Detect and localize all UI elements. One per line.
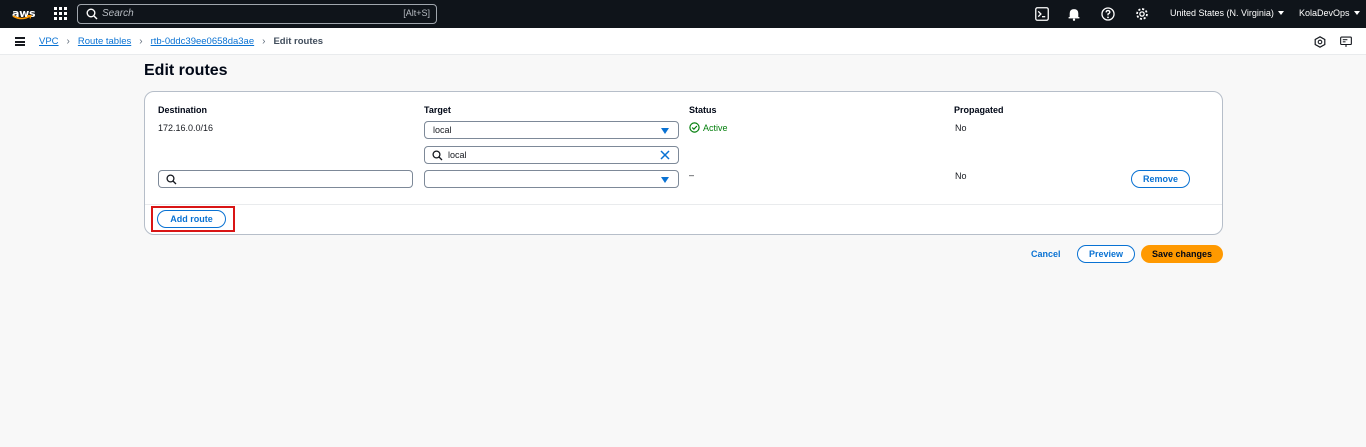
target-select[interactable]: local bbox=[424, 121, 679, 139]
route-status-text: Active bbox=[703, 122, 728, 133]
region-selector[interactable]: United States (N. Virginia) bbox=[1170, 8, 1284, 18]
search-icon bbox=[86, 8, 98, 20]
add-route-highlight-annotation bbox=[151, 206, 235, 232]
route-status: Active bbox=[689, 122, 728, 133]
settings-gear-icon[interactable] bbox=[1135, 7, 1149, 21]
aws-logo[interactable]: aws bbox=[12, 4, 36, 24]
cancel-button[interactable]: Cancel bbox=[1031, 249, 1061, 259]
account-label: KolaDevOps bbox=[1299, 8, 1350, 18]
card-divider bbox=[145, 204, 1222, 205]
breadcrumb-vpc[interactable]: VPC bbox=[39, 36, 59, 47]
breadcrumb-route-tables[interactable]: Route tables bbox=[78, 36, 131, 47]
clear-x-icon[interactable] bbox=[659, 149, 671, 161]
route-destination-value: 172.16.0.0/16 bbox=[158, 123, 214, 133]
chevron-right-icon: › bbox=[262, 36, 266, 47]
help-icon[interactable] bbox=[1101, 7, 1115, 21]
feedback-icon[interactable] bbox=[1314, 36, 1326, 48]
account-menu[interactable]: KolaDevOps bbox=[1299, 8, 1360, 18]
check-circle-icon bbox=[689, 122, 700, 133]
save-changes-button[interactable]: Save changes bbox=[1141, 245, 1223, 263]
preferences-icon[interactable] bbox=[1340, 36, 1352, 48]
search-placeholder: Search bbox=[102, 8, 134, 19]
target-filter-value: local bbox=[448, 150, 467, 160]
column-header-status: Status bbox=[689, 105, 717, 115]
route-propagated-value: No bbox=[955, 123, 967, 133]
destination-input[interactable] bbox=[158, 170, 413, 188]
caret-down-icon bbox=[661, 177, 669, 183]
breadcrumb-route-table-id[interactable]: rtb-0ddc39ee0658da3ae bbox=[151, 36, 255, 47]
preview-button[interactable]: Preview bbox=[1077, 245, 1135, 263]
region-label: United States (N. Virginia) bbox=[1170, 8, 1274, 18]
column-header-target: Target bbox=[424, 105, 451, 115]
cloudshell-icon[interactable] bbox=[1035, 7, 1049, 21]
account-caret-icon bbox=[1353, 11, 1360, 15]
notifications-bell-icon[interactable] bbox=[1067, 7, 1081, 21]
column-header-destination: Destination bbox=[158, 105, 208, 115]
new-route-propagated: No bbox=[955, 171, 967, 181]
page-title: Edit routes bbox=[144, 62, 228, 79]
search-icon bbox=[432, 150, 443, 161]
target-select-value: local bbox=[433, 125, 452, 135]
chevron-right-icon: › bbox=[66, 36, 70, 47]
caret-down-icon bbox=[661, 128, 669, 134]
top-navigation: aws Search [Alt+S] United States (N. Vir… bbox=[0, 0, 1366, 28]
global-search-input[interactable]: Search [Alt+S] bbox=[77, 4, 437, 24]
target-select-new-route[interactable] bbox=[424, 170, 679, 188]
target-filter-input[interactable]: local bbox=[424, 146, 679, 164]
breadcrumb-current: Edit routes bbox=[273, 36, 324, 47]
new-route-status: – bbox=[689, 170, 695, 180]
routes-editor-card: Destination Target Status Propagated 172… bbox=[144, 91, 1223, 235]
chevron-right-icon: › bbox=[139, 36, 143, 47]
side-nav-menu-icon[interactable] bbox=[15, 37, 25, 46]
breadcrumb: VPC › Route tables › rtb-0ddc39ee0658da3… bbox=[39, 36, 323, 47]
search-icon bbox=[166, 174, 177, 185]
search-shortcut: [Alt+S] bbox=[403, 8, 430, 18]
remove-route-button[interactable]: Remove bbox=[1131, 170, 1190, 188]
region-caret-icon bbox=[1277, 11, 1284, 15]
column-header-propagated: Propagated bbox=[954, 105, 1004, 115]
services-grid-icon[interactable] bbox=[54, 7, 67, 20]
breadcrumb-bar: VPC › Route tables › rtb-0ddc39ee0658da3… bbox=[0, 28, 1366, 55]
